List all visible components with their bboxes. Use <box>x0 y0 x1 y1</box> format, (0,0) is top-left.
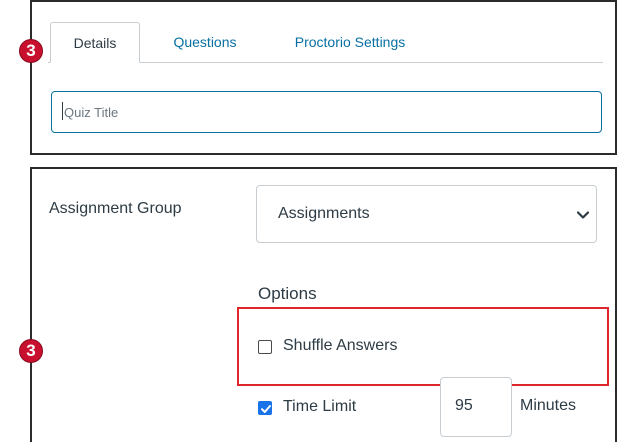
text-caret <box>62 102 63 120</box>
minutes-label: Minutes <box>520 397 577 414</box>
quiz-title-input[interactable] <box>51 91 602 133</box>
time-limit-label[interactable]: Time Limit <box>283 398 356 416</box>
step-badge: 3 <box>19 39 43 63</box>
checkmark-icon <box>261 405 271 413</box>
options-heading: Options <box>258 284 317 303</box>
assignment-group-value: Assignments <box>278 205 370 222</box>
time-limit-input[interactable]: 95 <box>440 377 512 437</box>
assignment-group-select[interactable]: Assignments <box>256 185 597 243</box>
shuffle-answers-checkbox[interactable] <box>258 340 272 354</box>
tab-questions[interactable]: Questions <box>160 22 250 62</box>
chevron-down-icon <box>576 211 590 219</box>
time-limit-value: 95 <box>455 397 473 414</box>
tab-proctorio-settings[interactable]: Proctorio Settings <box>270 22 430 62</box>
tab-details[interactable]: Details <box>50 22 140 63</box>
time-limit-checkbox[interactable] <box>258 401 272 415</box>
step-badge: 3 <box>19 339 43 363</box>
assignment-group-label: Assignment Group <box>49 200 182 217</box>
shuffle-answers-label[interactable]: Shuffle Answers <box>283 337 397 355</box>
